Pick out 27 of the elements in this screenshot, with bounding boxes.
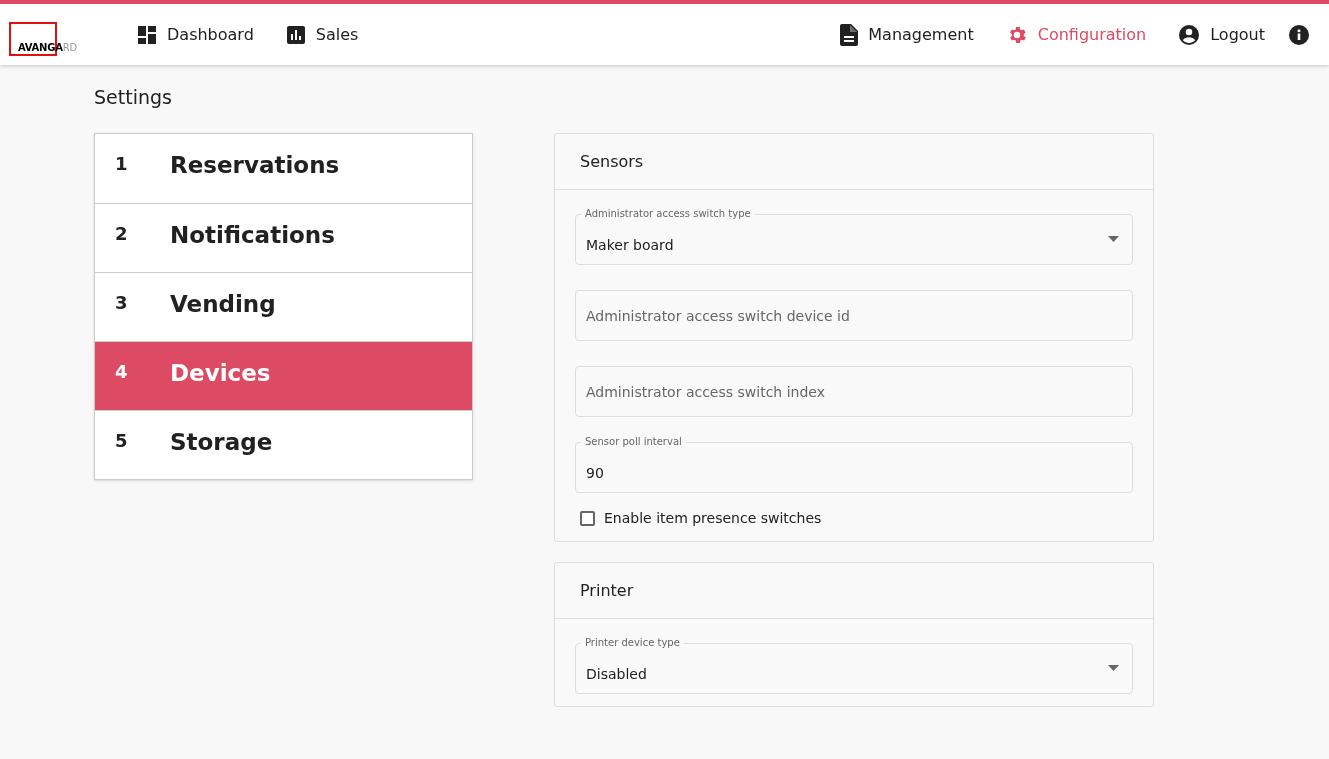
step-item[interactable]: 5 Storage <box>95 410 472 479</box>
step-item[interactable]: 1 Reservations <box>95 134 472 203</box>
checkbox[interactable] <box>580 511 595 526</box>
field-label: Sensor poll interval <box>581 435 686 449</box>
card-title: Printer <box>555 563 1153 619</box>
card-title: Sensors <box>555 134 1153 190</box>
step-item[interactable]: 4 Devices <box>95 341 472 410</box>
field-label: Printer device type <box>581 636 684 650</box>
checkbox-label: Enable item presence switches <box>604 509 822 528</box>
field-label: Administrator access switch type <box>581 207 755 221</box>
nav-link[interactable]: Logout <box>1178 22 1265 47</box>
input-field[interactable]: Administrator access switch device id <box>575 290 1133 341</box>
info-icon[interactable] <box>1289 24 1309 45</box>
step-item[interactable]: 3 Vending <box>95 272 472 341</box>
page-title: Settings <box>94 85 173 109</box>
nav-link[interactable]: Sales <box>285 22 359 47</box>
dropdown-arrow-icon <box>1108 665 1119 671</box>
document-icon <box>840 23 859 46</box>
account-icon <box>1178 23 1201 46</box>
nav-link[interactable]: Configuration <box>1005 22 1147 47</box>
nav-link[interactable]: Management <box>840 22 974 47</box>
dashboard-icon <box>137 24 157 45</box>
input-field[interactable]: Administrator access switch index <box>575 366 1133 417</box>
bar-chart-icon <box>285 24 306 45</box>
step-item[interactable]: 2 Notifications <box>95 203 472 272</box>
nav-link[interactable]: Dashboard <box>137 22 254 47</box>
dropdown-arrow-icon <box>1108 236 1119 242</box>
